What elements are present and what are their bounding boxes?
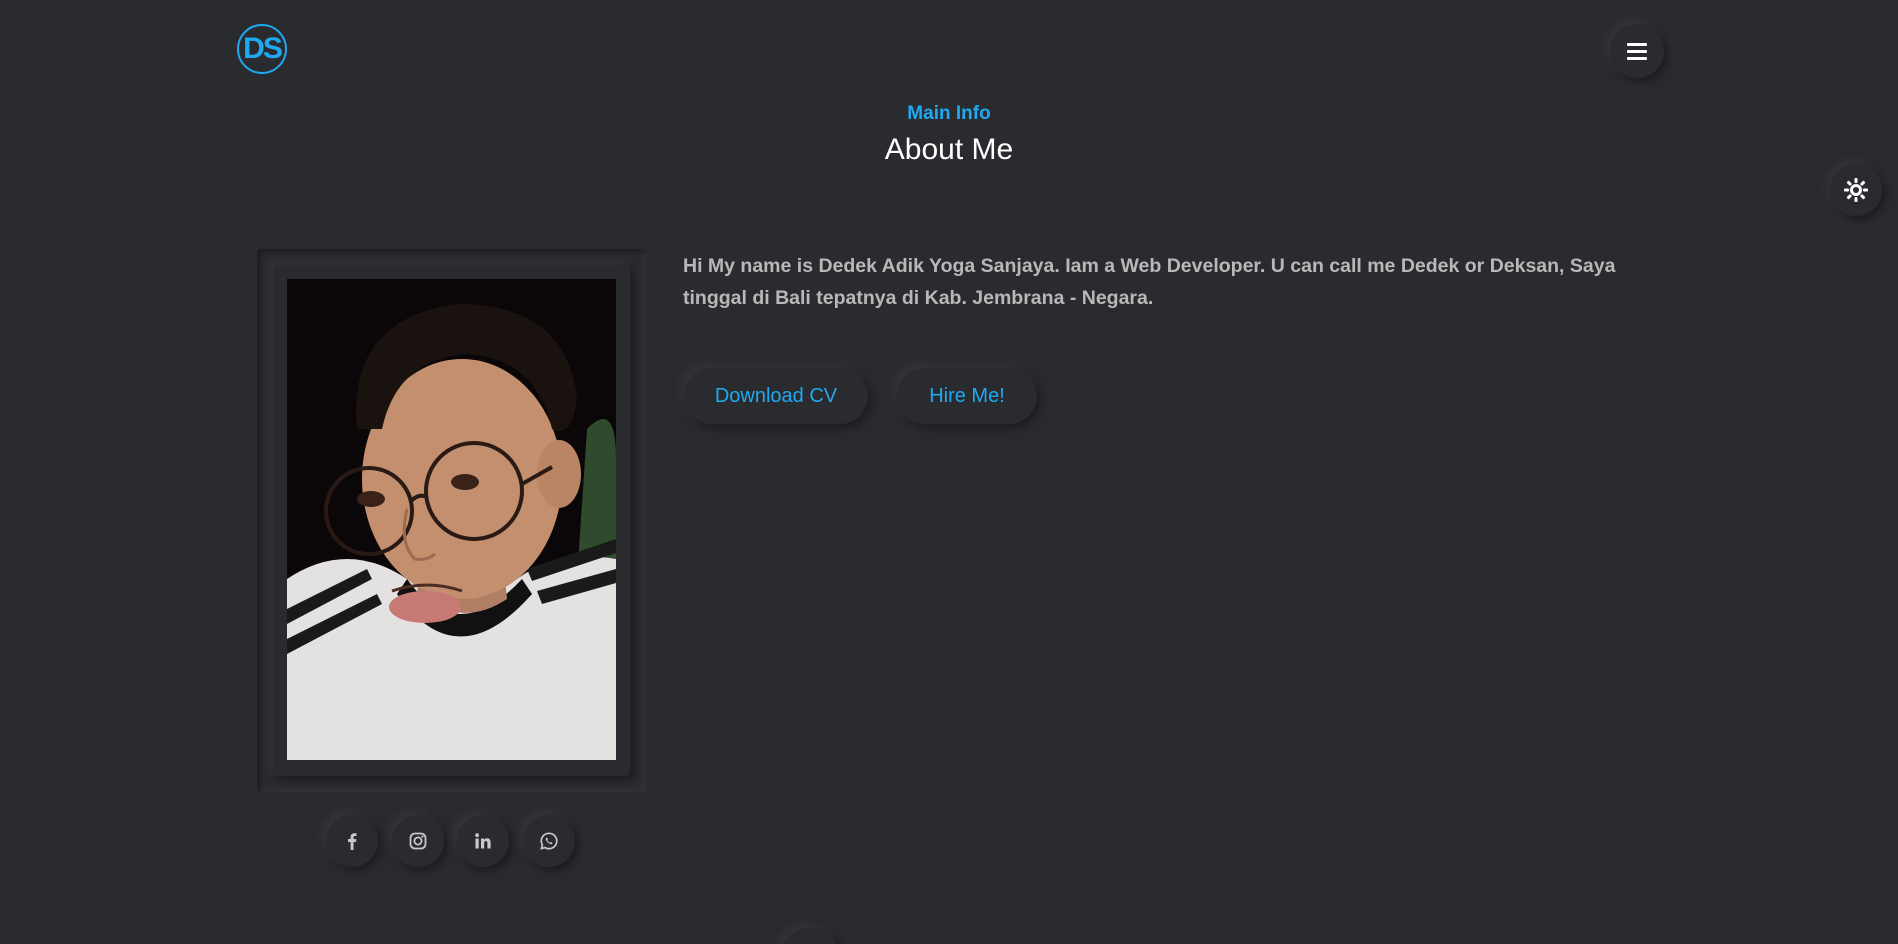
profile-photo-inner-frame xyxy=(273,265,630,776)
logo[interactable]: DS xyxy=(237,24,287,74)
theme-toggle-button[interactable] xyxy=(1830,164,1882,216)
menu-button[interactable] xyxy=(1610,24,1664,78)
linkedin-button[interactable] xyxy=(457,815,509,867)
profile-photo xyxy=(287,279,616,760)
hire-me-button[interactable]: Hire Me! xyxy=(897,368,1037,424)
instagram-button[interactable] xyxy=(392,815,444,867)
whatsapp-icon xyxy=(540,832,558,850)
about-description: Hi My name is Dedek Adik Yoga Sanjaya. I… xyxy=(683,255,1616,309)
download-cv-button[interactable]: Download CV xyxy=(684,368,868,424)
sun-icon xyxy=(1844,178,1868,202)
instagram-icon xyxy=(409,832,427,850)
profile-photo-frame xyxy=(257,249,646,792)
section-subtitle: Main Info xyxy=(907,103,991,124)
page: DS Main Info About Me Hi My name is Dede… xyxy=(0,0,1898,944)
linkedin-icon xyxy=(475,833,491,849)
hamburger-icon xyxy=(1627,43,1647,60)
whatsapp-button[interactable] xyxy=(523,815,575,867)
page-title: About Me xyxy=(884,133,1014,166)
scroll-button[interactable] xyxy=(780,928,840,944)
facebook-button[interactable] xyxy=(326,815,378,867)
facebook-icon xyxy=(348,833,357,850)
